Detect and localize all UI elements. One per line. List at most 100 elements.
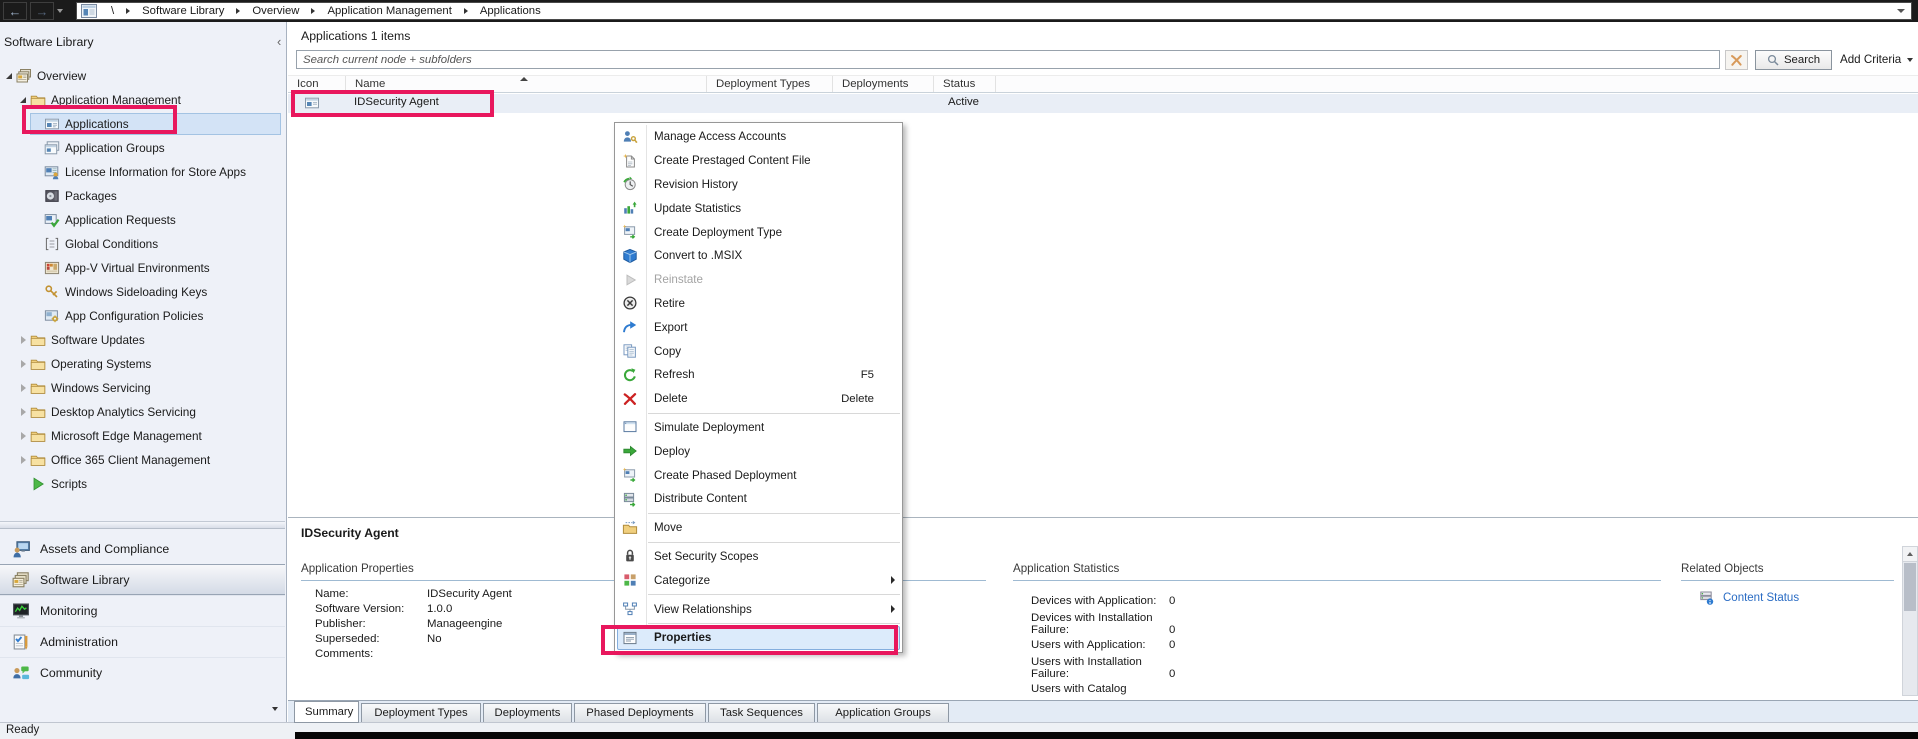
address-dropdown-icon[interactable]	[1897, 9, 1905, 13]
workspace-button-administration[interactable]: Administration	[0, 626, 285, 657]
workspace-splitter[interactable]	[0, 521, 285, 529]
breadcrumb-item-applications[interactable]: Applications	[480, 5, 541, 17]
collapsed-arrow-icon[interactable]	[18, 352, 30, 376]
tab-application-groups[interactable]: Application Groups	[817, 703, 949, 723]
menu-item-retire[interactable]: Retire	[615, 292, 902, 316]
tab-task-sequences[interactable]: Task Sequences	[708, 703, 815, 723]
menu-item-move[interactable]: Move	[615, 516, 902, 540]
detail-scrollbar[interactable]	[1902, 546, 1918, 696]
tree-item-desktop-analytics-servicing[interactable]: Desktop Analytics Servicing	[0, 400, 285, 424]
convert-to-msix-icon	[615, 248, 645, 264]
menu-item-export[interactable]: Export	[615, 315, 902, 339]
menu-item-label: Set Security Scopes	[654, 549, 759, 563]
column-header-icon[interactable]: Icon	[288, 76, 346, 92]
back-button[interactable]: ←	[3, 2, 27, 20]
tree-item-applications[interactable]: Applications	[0, 112, 285, 136]
tab-phased-deployments[interactable]: Phased Deployments	[574, 703, 706, 723]
collapsed-arrow-icon[interactable]	[18, 376, 30, 400]
menu-item-revision-history[interactable]: Revision History	[615, 173, 902, 197]
workspace-button-monitoring[interactable]: Monitoring	[0, 595, 285, 626]
tab-deployment-types[interactable]: Deployment Types	[361, 703, 481, 723]
tree-item-label: Operating Systems	[51, 357, 152, 371]
tree-item-global-conditions[interactable]: Global Conditions	[0, 232, 285, 256]
expanded-arrow-icon[interactable]	[4, 64, 16, 88]
content-status-link[interactable]: Content Status	[1699, 590, 1799, 606]
workspace-config-chevron-icon[interactable]	[272, 707, 278, 711]
collapsed-arrow-icon[interactable]	[18, 328, 30, 352]
menu-item-label: Update Statistics	[654, 201, 741, 215]
tree-item-windows-servicing[interactable]: Windows Servicing	[0, 376, 285, 400]
application-icon	[304, 95, 320, 111]
tree-item-packages[interactable]: Packages	[0, 184, 285, 208]
menu-item-distribute-content[interactable]: Distribute Content	[615, 487, 902, 511]
menu-item-view-relationships[interactable]: View Relationships	[615, 597, 902, 621]
menu-item-refresh[interactable]: Refresh F5	[615, 363, 902, 387]
tree-item-application-requests[interactable]: Application Requests	[0, 208, 285, 232]
menu-item-simulate-deployment[interactable]: Simulate Deployment	[615, 416, 902, 440]
tree-item-label: Application Management	[51, 93, 181, 107]
menu-item-properties[interactable]: Properties	[615, 625, 902, 650]
scrollbar-thumb[interactable]	[1904, 563, 1916, 611]
tab-deployments[interactable]: Deployments	[483, 703, 572, 723]
menu-separator	[648, 412, 900, 414]
tree-item-office-365-client-management[interactable]: Office 365 Client Management	[0, 448, 285, 472]
search-input[interactable]	[296, 50, 1720, 69]
title-navigation-bar: ← → \ Software Library Overview Applicatio…	[0, 0, 1918, 22]
tree-item-microsoft-edge-management[interactable]: Microsoft Edge Management	[0, 424, 285, 448]
tree-item-application-management[interactable]: Application Management	[0, 88, 285, 112]
community-icon	[12, 664, 30, 682]
tree-item-overview[interactable]: Overview	[0, 64, 285, 88]
collapse-nav-chevron[interactable]: ‹	[277, 34, 281, 49]
search-button[interactable]: Search	[1755, 50, 1832, 70]
tree-item-operating-systems[interactable]: Operating Systems	[0, 352, 285, 376]
menu-item-convert-to-msix[interactable]: Convert to .MSIX	[615, 244, 902, 268]
add-criteria-button[interactable]: Add Criteria	[1840, 53, 1914, 66]
menu-item-label: Simulate Deployment	[654, 420, 765, 434]
tree-item-software-updates[interactable]: Software Updates	[0, 328, 285, 352]
breadcrumb-item-application-management[interactable]: Application Management	[327, 5, 451, 17]
workspace-button-assets-and-compliance[interactable]: Assets and Compliance	[0, 533, 285, 564]
menu-item-copy[interactable]: Copy	[615, 339, 902, 363]
menu-item-create-phased-deployment[interactable]: Create Phased Deployment	[615, 463, 902, 487]
menu-item-delete[interactable]: Delete Delete	[615, 387, 902, 411]
tab-summary[interactable]: Summary	[294, 701, 359, 723]
column-header-deployments[interactable]: Deployments	[833, 76, 934, 92]
statistic-label: Users with Catalog	[1031, 683, 1127, 695]
expanded-arrow-icon[interactable]	[18, 88, 30, 112]
status-text: Ready	[6, 724, 40, 736]
tree-item-app-configuration-policies[interactable]: App Configuration Policies	[0, 304, 285, 328]
tree-item-application-groups[interactable]: Application Groups	[0, 136, 285, 160]
scroll-up-icon[interactable]	[1903, 547, 1917, 562]
workspace-button-software-library[interactable]: Software Library	[0, 564, 285, 595]
collapsed-arrow-icon[interactable]	[18, 448, 30, 472]
forward-button[interactable]: →	[30, 2, 54, 20]
tree-item-scripts[interactable]: Scripts	[0, 472, 285, 496]
tree-item-windows-sideloading-keys[interactable]: Windows Sideloading Keys	[0, 280, 285, 304]
table-row[interactable]: IDSecurity Agent Active	[288, 94, 1918, 113]
breadcrumb-bar[interactable]: \ Software Library Overview Application Ma…	[76, 2, 1912, 20]
menu-item-update-statistics[interactable]: Update Statistics	[615, 196, 902, 220]
menu-item-create-deployment-type[interactable]: Create Deployment Type	[615, 220, 902, 244]
clear-search-button[interactable]	[1725, 50, 1748, 70]
breadcrumb-item-overview[interactable]: Overview	[252, 5, 299, 17]
collapsed-arrow-icon[interactable]	[18, 424, 30, 448]
menu-item-categorize[interactable]: Categorize	[615, 568, 902, 592]
menu-item-create-prestaged-content-file[interactable]: Create Prestaged Content File	[615, 149, 902, 173]
menu-item-manage-access-accounts[interactable]: Manage Access Accounts	[615, 125, 902, 149]
column-header-deployment-types[interactable]: Deployment Types	[707, 76, 833, 92]
menu-item-deploy[interactable]: Deploy	[615, 439, 902, 463]
tree-item-app-v-virtual-environments[interactable]: App-V Virtual Environments	[0, 256, 285, 280]
set-security-scopes-icon	[615, 548, 645, 564]
breadcrumb-item-software-library[interactable]: Software Library	[142, 5, 224, 17]
history-dropdown-button[interactable]	[54, 2, 66, 20]
collapsed-arrow-icon[interactable]	[18, 400, 30, 424]
column-header-status[interactable]: Status	[934, 76, 996, 92]
breadcrumb-root[interactable]: \	[111, 5, 114, 17]
tree-item-license-information-for-store-apps[interactable]: License Information for Store Apps	[0, 160, 285, 184]
workspace-button-community[interactable]: Community	[0, 657, 285, 688]
menu-item-set-security-scopes[interactable]: Set Security Scopes	[615, 545, 902, 569]
navigation-pane: Software Library Overview Application Man…	[0, 22, 287, 722]
